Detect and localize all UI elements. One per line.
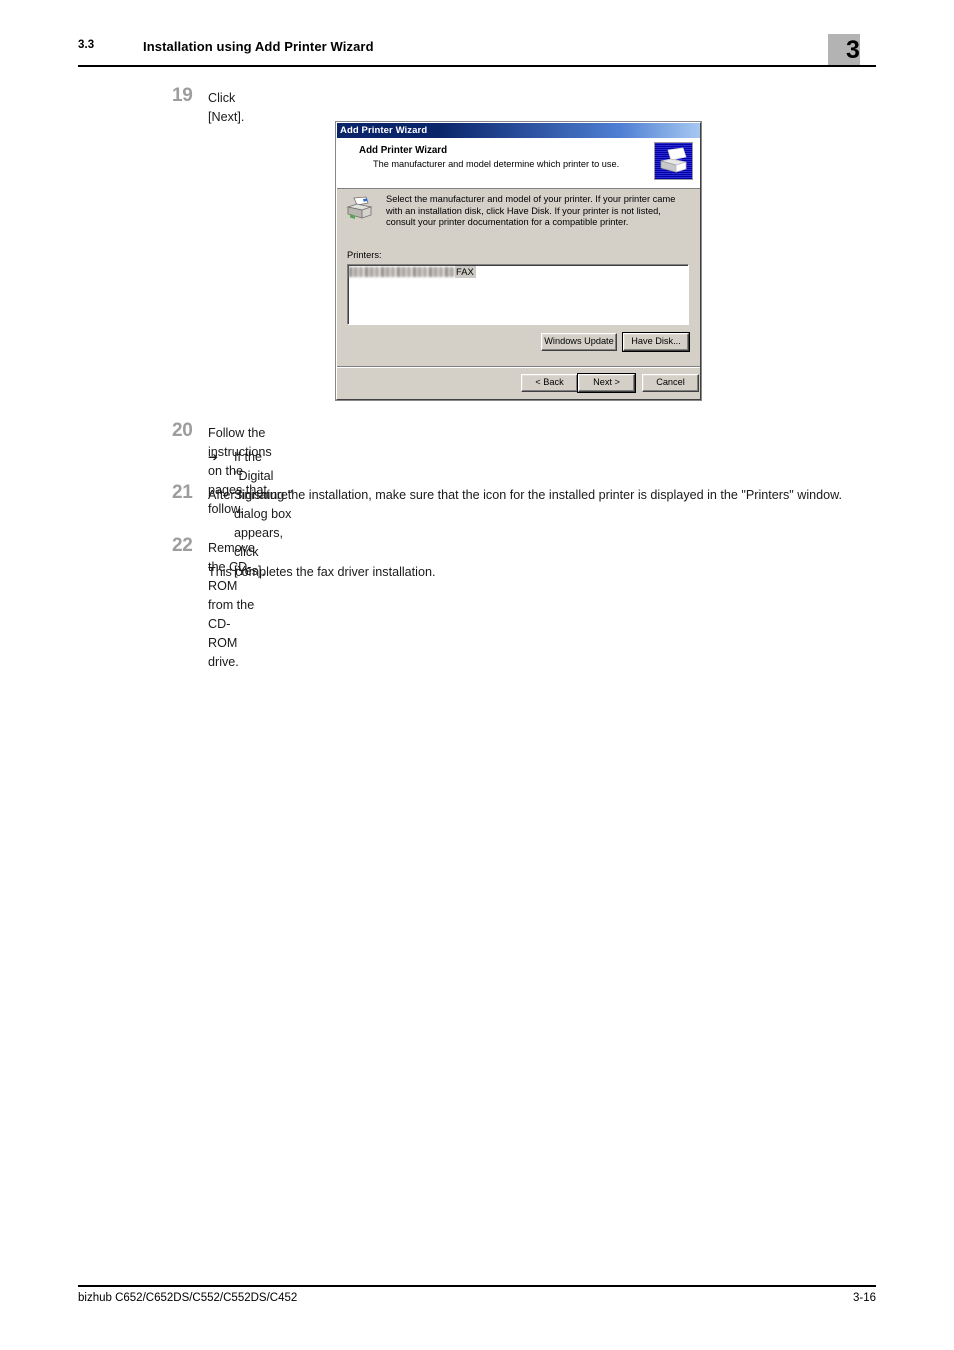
cancel-button[interactable]: Cancel bbox=[642, 374, 699, 392]
dialog-title-text: Add Printer Wizard bbox=[340, 125, 428, 136]
step-22-note: This completes the fax driver installati… bbox=[208, 565, 436, 579]
step-21-text: After finishing the installation, make s… bbox=[208, 488, 843, 502]
step-22-number: 22 bbox=[172, 535, 193, 556]
wizard-footer: < Back Next > Cancel bbox=[337, 367, 700, 397]
step-21-number: 21 bbox=[172, 482, 193, 503]
wizard-instruction-text: Select the manufacturer and model of you… bbox=[386, 194, 676, 228]
step-19-text: Click [Next]. bbox=[208, 91, 245, 124]
footer-product-name: bizhub C652/C652DS/C552/C552DS/C452 bbox=[78, 1292, 298, 1304]
list-item[interactable]: FAX bbox=[349, 266, 687, 278]
printers-label: Printers: bbox=[347, 250, 382, 260]
wizard-header-panel: Add Printer Wizard The manufacturer and … bbox=[337, 138, 700, 189]
back-button[interactable]: < Back bbox=[521, 374, 578, 392]
wizard-header-title: Add Printer Wizard bbox=[359, 145, 448, 156]
wizard-body: Select the manufacturer and model of you… bbox=[337, 189, 700, 367]
step-19-number: 19 bbox=[172, 85, 193, 106]
windows-update-button[interactable]: Windows Update bbox=[541, 333, 617, 351]
list-item-label: FAX bbox=[455, 266, 476, 278]
footer-page-number: 3-16 bbox=[852, 1292, 876, 1304]
header-divider bbox=[78, 65, 876, 67]
header-section-title: Installation using Add Printer Wizard bbox=[143, 39, 374, 54]
dialog-titlebar[interactable]: Add Printer Wizard bbox=[337, 123, 700, 138]
page-header: 3.3 Installation using Add Printer Wizar… bbox=[78, 36, 876, 66]
footer-divider bbox=[78, 1285, 876, 1287]
add-printer-wizard-dialog: Add Printer Wizard Add Printer Wizard Th… bbox=[336, 122, 701, 400]
printer-wizard-icon bbox=[654, 142, 693, 180]
have-disk-button[interactable]: Have Disk... bbox=[623, 333, 689, 351]
header-section-number: 3.3 bbox=[78, 39, 95, 51]
printer-icon bbox=[346, 196, 378, 224]
arrow-icon: ➔ bbox=[208, 450, 219, 464]
next-button[interactable]: Next > bbox=[578, 374, 635, 392]
step-22-text: Remove the CD-ROM from the CD-ROM drive. bbox=[208, 541, 255, 669]
step-20-number: 20 bbox=[172, 420, 193, 441]
redacted-manufacturer-model bbox=[349, 267, 455, 277]
chapter-number: 3 bbox=[846, 36, 860, 64]
wizard-header-subtitle: The manufacturer and model determine whi… bbox=[373, 159, 620, 169]
printers-listbox[interactable]: FAX bbox=[347, 264, 689, 325]
